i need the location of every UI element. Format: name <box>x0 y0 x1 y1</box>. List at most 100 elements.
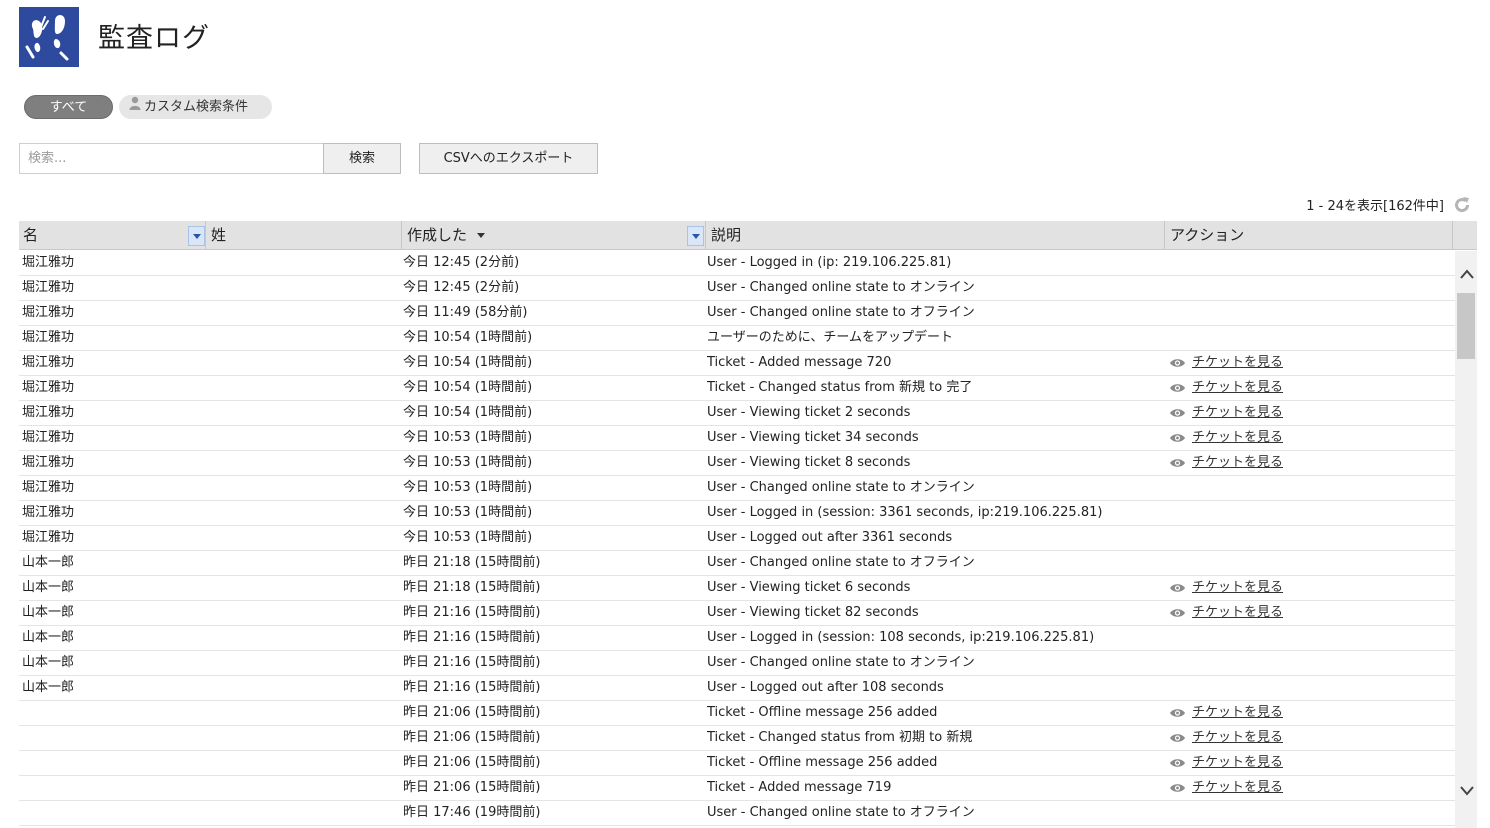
cell-description: User - Logged in (ip: 219.106.225.81) <box>707 255 952 270</box>
eye-icon <box>1170 584 1185 592</box>
view-ticket-link[interactable]: チケットを見る <box>1169 376 1283 400</box>
view-ticket-link[interactable]: チケットを見る <box>1169 701 1283 725</box>
cell-action: チケットを見る <box>1169 351 1369 375</box>
cell-description: User - Changed online state to オンライン <box>707 480 975 495</box>
table-body: 堀江雅功 今日 12:45 (2分前) User - Logged in (ip: … <box>19 251 1455 826</box>
view-ticket-link[interactable]: チケットを見る <box>1169 751 1283 775</box>
eye-icon <box>1170 459 1185 467</box>
table-row: 堀江雅功 今日 10:53 (1時間前) User - Logged in (ses… <box>19 501 1455 526</box>
table-row: 山本一郎 昨日 21:16 (15時間前) User - Logged in (se… <box>19 626 1455 651</box>
cell-first-name: 堀江雅功 <box>22 255 75 270</box>
table-row: 堀江雅功 今日 10:54 (1時間前) Ticket - Changed stat… <box>19 376 1455 401</box>
cell-created: 昨日 21:06 (15時間前) <box>403 755 541 770</box>
eye-icon <box>1170 434 1185 442</box>
table-row: 堀江雅功 今日 10:53 (1時間前) User - Viewing ticket… <box>19 451 1455 476</box>
cell-action: チケットを見る <box>1169 451 1369 475</box>
column-header-action[interactable]: アクション <box>1165 221 1453 250</box>
view-ticket-label: チケットを見る <box>1192 605 1284 620</box>
view-ticket-label: チケットを見る <box>1192 705 1284 720</box>
cell-description: Ticket - Added message 720 <box>707 355 892 370</box>
cell-description: User - Viewing ticket 82 seconds <box>707 605 919 620</box>
cell-description: Ticket - Changed status from 新規 to 完了 <box>707 380 973 395</box>
search-input[interactable] <box>19 143 324 174</box>
cell-first-name: 堀江雅功 <box>22 330 75 345</box>
csv-export-button[interactable]: CSVへのエクスポート <box>419 143 598 174</box>
cell-action: チケットを見る <box>1169 576 1369 600</box>
cell-created: 今日 10:53 (1時間前) <box>403 480 533 495</box>
column-header-last-name[interactable]: 姓 <box>206 221 402 250</box>
view-ticket-link[interactable]: チケットを見る <box>1169 401 1283 425</box>
cell-first-name: 山本一郎 <box>22 680 75 695</box>
cell-created: 昨日 21:18 (15時間前) <box>403 580 541 595</box>
cell-first-name: 堀江雅功 <box>22 505 75 520</box>
column-header-first-name[interactable]: 名 <box>19 221 206 250</box>
cell-created: 今日 10:54 (1時間前) <box>403 355 533 370</box>
cell-action: チケットを見る <box>1169 776 1369 800</box>
view-ticket-label: チケットを見る <box>1192 355 1284 370</box>
view-ticket-link[interactable]: チケットを見る <box>1169 726 1283 750</box>
cell-first-name: 堀江雅功 <box>22 480 75 495</box>
cell-first-name: 堀江雅功 <box>22 430 75 445</box>
cell-description: User - Changed online state to オフライン <box>707 305 975 320</box>
column-header-created-label: 作成した <box>407 226 468 244</box>
table-header: 名 姓 作成した 説明 アクション <box>19 221 1477 250</box>
custom-search-filter-button[interactable]: カスタム検索条件 <box>119 95 272 119</box>
view-ticket-link[interactable]: チケットを見る <box>1169 351 1283 375</box>
cell-created: 昨日 21:06 (15時間前) <box>403 780 541 795</box>
cell-created: 今日 10:54 (1時間前) <box>403 380 533 395</box>
table-row: 山本一郎 昨日 21:18 (15時間前) User - Changed onlin… <box>19 551 1455 576</box>
view-ticket-link[interactable]: チケットを見る <box>1169 576 1283 600</box>
eye-icon <box>1170 709 1185 717</box>
cell-description: Ticket - Added message 719 <box>707 780 892 795</box>
view-ticket-label: チケットを見る <box>1192 730 1284 745</box>
app-logo <box>19 7 79 67</box>
pagination-count: 1 - 24を表示[162件中] <box>1306 199 1444 214</box>
search-button[interactable]: 検索 <box>323 143 401 174</box>
column-menu-dropdown-icon[interactable] <box>687 226 704 246</box>
vertical-scrollbar[interactable] <box>1455 251 1477 828</box>
view-ticket-link[interactable]: チケットを見る <box>1169 426 1283 450</box>
cell-created: 昨日 21:16 (15時間前) <box>403 630 541 645</box>
table-row: 昨日 21:06 (15時間前) Ticket - Changed status … <box>19 726 1455 751</box>
scrollbar-thumb[interactable] <box>1457 293 1475 359</box>
table-row: 堀江雅功 今日 10:53 (1時間前) User - Changed online… <box>19 476 1455 501</box>
column-header-created[interactable]: 作成した <box>402 221 706 250</box>
cell-first-name <box>22 776 202 800</box>
table-row: 堀江雅功 今日 10:53 (1時間前) User - Logged out aft… <box>19 526 1455 551</box>
cell-created: 昨日 21:16 (15時間前) <box>403 605 541 620</box>
table-row: 山本一郎 昨日 21:16 (15時間前) User - Changed onlin… <box>19 651 1455 676</box>
cell-first-name: 堀江雅功 <box>22 405 75 420</box>
table-row: 昨日 21:06 (15時間前) Ticket - Offline message… <box>19 751 1455 776</box>
page-title: 監査ログ <box>98 23 210 54</box>
cell-first-name: 堀江雅功 <box>22 305 75 320</box>
sort-desc-icon <box>477 233 486 238</box>
cell-action: チケットを見る <box>1169 426 1369 450</box>
refresh-icon[interactable] <box>1452 195 1472 215</box>
filter-all-button[interactable]: すべて <box>24 95 113 119</box>
scroll-down-icon <box>1460 786 1474 796</box>
column-header-description[interactable]: 説明 <box>706 221 1165 250</box>
table-row: 堀江雅功 今日 10:54 (1時間前) User - Viewing ticket… <box>19 401 1455 426</box>
eye-icon <box>1170 734 1185 742</box>
view-ticket-label: チケットを見る <box>1192 430 1284 445</box>
view-ticket-label: チケットを見る <box>1192 405 1284 420</box>
cell-created: 今日 12:45 (2分前) <box>403 280 520 295</box>
view-ticket-link[interactable]: チケットを見る <box>1169 601 1283 625</box>
cell-first-name: 堀江雅功 <box>22 280 75 295</box>
view-ticket-link[interactable]: チケットを見る <box>1169 451 1283 475</box>
cell-created: 昨日 21:16 (15時間前) <box>403 680 541 695</box>
column-menu-dropdown-icon[interactable] <box>188 226 205 246</box>
cell-action: チケットを見る <box>1169 701 1369 725</box>
cell-first-name: 堀江雅功 <box>22 455 75 470</box>
view-ticket-label: チケットを見る <box>1192 780 1284 795</box>
cell-description: User - Changed online state to オフライン <box>707 555 975 570</box>
cell-first-name: 山本一郎 <box>22 580 75 595</box>
table-row: 昨日 21:06 (15時間前) Ticket - Offline message… <box>19 701 1455 726</box>
eye-icon <box>1170 409 1185 417</box>
cell-description: User - Viewing ticket 34 seconds <box>707 430 919 445</box>
view-ticket-link[interactable]: チケットを見る <box>1169 776 1283 800</box>
cell-first-name: 山本一郎 <box>22 655 75 670</box>
table-row: 堀江雅功 今日 10:53 (1時間前) User - Viewing ticket… <box>19 426 1455 451</box>
cell-description: Ticket - Offline message 256 added <box>707 755 938 770</box>
cell-created: 今日 12:45 (2分前) <box>403 255 520 270</box>
